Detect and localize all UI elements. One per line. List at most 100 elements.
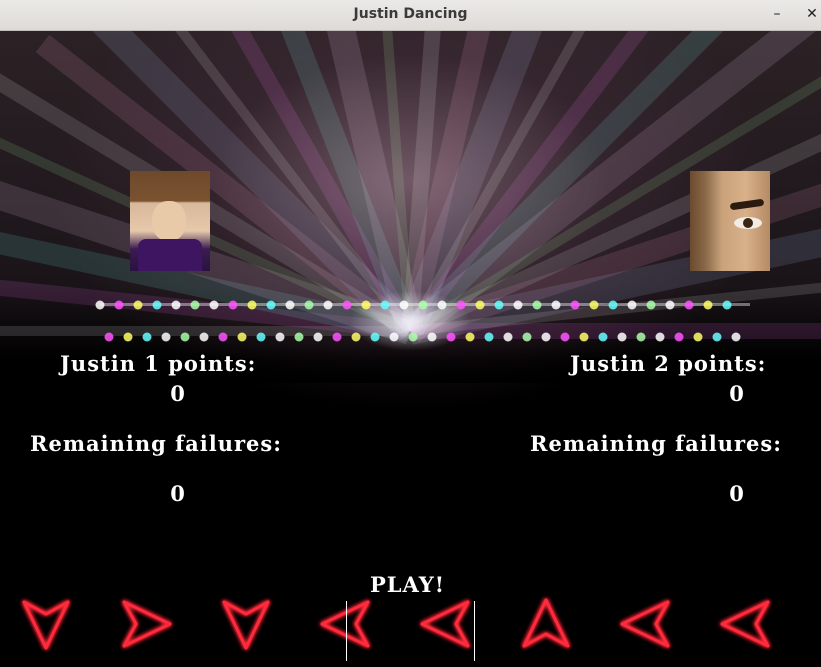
stage-bulb [133,300,143,310]
stage-bulb [266,300,276,310]
arrow-right-icon [122,600,172,648]
stage-bulb [161,332,171,342]
stage-bulb [418,300,428,310]
player1-face [152,201,186,241]
stage-bulb [285,300,295,310]
dance-stage: Justin 1 points: 0 Remaining failures: 0… [0,31,821,667]
player2-avatar [690,171,770,271]
stage-bulb [484,332,494,342]
stage-bulb [712,332,722,342]
stage-bulb [399,300,409,310]
stage-bulb [408,332,418,342]
close-button[interactable]: ✕ [801,4,821,24]
stage-bulb [665,300,675,310]
arrow-down-icon [222,600,270,650]
stage-bulb [370,332,380,342]
player2-iris [743,218,753,228]
stage-bulb [456,300,466,310]
stage-bulb [199,332,209,342]
stage-bulb [427,332,437,342]
stage-bulb [655,332,665,342]
stage-bulb [703,300,713,310]
stage-bulb [247,300,257,310]
stage-bulb [152,300,162,310]
stage-bulb [646,300,656,310]
player2-points-label: Justin 2 points: [570,351,767,376]
stage-bulb [522,332,532,342]
stage-bulb [541,332,551,342]
stage-bulb [446,332,456,342]
stage-bulb [579,332,589,342]
stage-bulb [228,300,238,310]
stage-bulb [589,300,599,310]
title-bar: Justin Dancing – ✕ [0,0,821,31]
stage-bulb [313,332,323,342]
stage-bulb [190,300,200,310]
stage-bulb [693,332,703,342]
stage-bulb [731,332,741,342]
stage-bulb [475,300,485,310]
stage-bulb [294,332,304,342]
stage-bulb [560,332,570,342]
player1-points-value: 0 [170,381,186,406]
stage-bulb [304,300,314,310]
arrow-left-icon [420,600,470,648]
stage-bulb [570,300,580,310]
arrow-track [22,598,770,650]
stage-bulb [351,332,361,342]
arrow-down-icon [22,600,70,650]
arrow-left-icon [320,600,370,648]
minimize-button[interactable]: – [766,4,788,24]
stage-bulb [256,332,266,342]
window-title: Justin Dancing [353,6,468,22]
stage-bulb [465,332,475,342]
stage-bulb [180,332,190,342]
stage-bulb [722,300,732,310]
stage-bulb [437,300,447,310]
stage-bulb [513,300,523,310]
stage-core-glow [350,291,470,351]
player1-points-label: Justin 1 points: [60,351,257,376]
player1-avatar [130,171,210,271]
player2-points-value: 0 [729,381,745,406]
hit-marker-left [346,601,347,661]
stage-bulb [342,300,352,310]
arrow-left-icon [620,600,670,648]
stage-bulb [361,300,371,310]
hit-marker-right [474,601,475,661]
player2-eyebrow [729,198,765,211]
stage-bulb [617,332,627,342]
player1-scarf [138,239,202,271]
stage-bulb [275,332,285,342]
stage-bulb [636,332,646,342]
stage-bulb [209,300,219,310]
stage-bulb [598,332,608,342]
stage-bulb [142,332,152,342]
player2-failures-value: 0 [729,481,745,506]
stage-bulb [389,332,399,342]
stage-bulb [494,300,504,310]
stage-bulb [218,332,228,342]
player1-failures-label: Remaining failures: [30,431,282,456]
game-window: Justin Dancing – ✕ Justin 1 points: 0 Re… [0,0,821,667]
stage-bulb [237,332,247,342]
stage-bulb [503,332,513,342]
stage-bulb [323,300,333,310]
arrow-left-icon [720,600,770,648]
stage-bulb [551,300,561,310]
stage-bulb [627,300,637,310]
arrow-up-icon [522,598,570,648]
stage-bulb [104,332,114,342]
stage-bulb [171,300,181,310]
stage-bulb [380,300,390,310]
stage-bulb [532,300,542,310]
stage-bulb [684,300,694,310]
player1-failures-value: 0 [170,481,186,506]
stage-bulb [608,300,618,310]
stage-bulb [332,332,342,342]
stage-bulb [114,300,124,310]
player2-failures-label: Remaining failures: [530,431,782,456]
stage-bulb [123,332,133,342]
stage-bulb [674,332,684,342]
stage-bulb [95,300,105,310]
